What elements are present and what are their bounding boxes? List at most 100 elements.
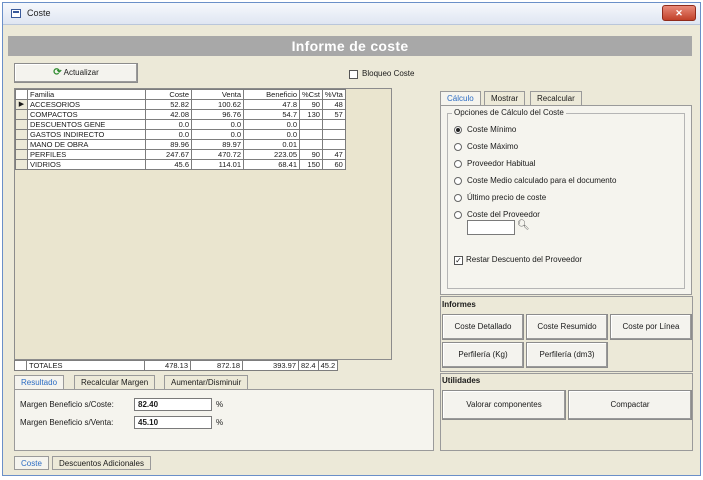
margin-cost-label: Margen Beneficio s/Coste: [20, 400, 114, 409]
row-selector[interactable] [15, 139, 28, 150]
table-cell[interactable]: COMPACTOS [27, 109, 146, 120]
table-cell[interactable]: GASTOS INDIRECTO [27, 129, 146, 140]
table-cell[interactable]: 47 [321, 149, 346, 160]
table-cell[interactable]: 0.0 [243, 119, 300, 130]
table-cell[interactable]: 57 [321, 109, 346, 120]
tab-recalcular-margen[interactable]: Recalcular Margen [74, 375, 156, 389]
table-row[interactable]: DESCUENTOS GENE 0.0 0.0 0.0 [15, 119, 346, 130]
table-cell[interactable]: 0.0 [191, 129, 244, 140]
table-cell[interactable]: 150 [299, 159, 323, 170]
table-row[interactable]: COMPACTOS 42.08 96.76 54.7 130 57 [15, 109, 346, 120]
table-cell[interactable]: 100.62 [191, 99, 244, 110]
table-cell[interactable]: 0.0 [191, 119, 244, 130]
row-selector[interactable] [15, 119, 28, 130]
table-cell[interactable]: ACCESORIOS [27, 99, 146, 110]
table-cell[interactable]: VIDRIOS [27, 159, 146, 170]
table-cell[interactable]: 60 [321, 159, 346, 170]
grid-header: Familia Coste Venta Beneficio %Cst %Vta [15, 89, 346, 100]
calc-option-label: Coste Máximo [467, 142, 519, 151]
refresh-button[interactable]: ⟳ Actualizar [14, 63, 138, 83]
table-cell[interactable]: 114.01 [191, 159, 244, 170]
column-header[interactable]: Coste [145, 89, 192, 100]
table-row[interactable]: ▶ ACCESORIOS 52.82 100.62 47.8 90 48 [15, 99, 346, 110]
table-cell[interactable]: MANO DE OBRA [27, 139, 146, 150]
tab-calculo[interactable]: Cálculo [440, 91, 481, 105]
calc-option-radio[interactable] [454, 177, 462, 185]
summary-cost-button[interactable]: Coste Resumido [526, 314, 608, 340]
table-cell[interactable]: 470.72 [191, 149, 244, 160]
lock-cost-checkbox[interactable] [349, 70, 358, 79]
tab-resultado[interactable]: Resultado [14, 375, 65, 389]
tab-recalcular[interactable]: Recalcular [530, 91, 582, 105]
table-cell[interactable] [299, 139, 323, 150]
margin-sale-field[interactable]: 45.10 [134, 416, 212, 429]
table-cell[interactable]: 52.82 [145, 99, 192, 110]
close-button[interactable]: ✕ [662, 5, 696, 21]
table-cell[interactable]: PERFILES [27, 149, 146, 160]
row-selector[interactable] [15, 149, 28, 160]
table-cell[interactable]: DESCUENTOS GENE [27, 119, 146, 130]
table-row[interactable]: PERFILES 247.67 470.72 223.05 90 47 [15, 149, 346, 160]
profile-dm3-button[interactable]: Perfilería (dm3) [526, 342, 608, 368]
search-icon[interactable]: 🔍︎ [517, 220, 530, 231]
table-cell[interactable]: 68.41 [243, 159, 300, 170]
table-cell[interactable]: 45.6 [145, 159, 192, 170]
table-cell[interactable]: 47.8 [243, 99, 300, 110]
calc-option-radio[interactable] [454, 160, 462, 168]
margin-sale-label: Margen Beneficio s/Venta: [20, 418, 114, 427]
supplier-input[interactable] [467, 220, 515, 235]
calc-option-radio[interactable] [454, 143, 462, 151]
table-cell[interactable]: 42.08 [145, 109, 192, 120]
discount-label: Restar Descuento del Proveedor [466, 255, 583, 264]
tab-mostrar[interactable]: Mostrar [484, 91, 526, 105]
table-cell[interactable]: 90 [299, 99, 323, 110]
row-selector[interactable]: ▶ [15, 99, 28, 110]
table-cell[interactable]: 48 [321, 99, 346, 110]
table-cell[interactable]: 89.97 [191, 139, 244, 150]
row-selector[interactable] [15, 109, 28, 120]
table-cell[interactable] [299, 129, 323, 140]
table-cell[interactable]: 247.67 [145, 149, 192, 160]
table-cell[interactable]: 96.76 [191, 109, 244, 120]
table-cell[interactable] [321, 129, 346, 140]
table-cell[interactable]: 223.05 [243, 149, 300, 160]
tab-aumentar-disminuir[interactable]: Aumentar/Disminuir [164, 375, 249, 389]
window-icon [11, 9, 21, 18]
table-row[interactable]: VIDRIOS 45.6 114.01 68.41 150 60 [15, 159, 346, 170]
table-cell[interactable]: 0.0 [145, 129, 192, 140]
table-cell[interactable] [299, 119, 323, 130]
column-header[interactable]: Beneficio [243, 89, 300, 100]
refresh-label: Actualizar [63, 68, 99, 77]
table-cell[interactable]: 54.7 [243, 109, 300, 120]
table-cell[interactable]: 89.96 [145, 139, 192, 150]
table-cell[interactable]: 130 [299, 109, 323, 120]
detailed-cost-button[interactable]: Coste Detallado [442, 314, 524, 340]
row-selector[interactable] [15, 129, 28, 140]
table-row[interactable]: MANO DE OBRA 89.96 89.97 0.01 [15, 139, 346, 150]
cost-grid[interactable]: Familia Coste Venta Beneficio %Cst %Vta … [14, 88, 392, 360]
table-cell[interactable] [321, 139, 346, 150]
table-cell[interactable]: 0.01 [243, 139, 300, 150]
column-header[interactable]: %Cst [299, 89, 323, 100]
column-header[interactable]: Venta [191, 89, 244, 100]
table-row[interactable]: GASTOS INDIRECTO 0.0 0.0 0.0 [15, 129, 346, 140]
tab-coste[interactable]: Coste [14, 456, 49, 470]
calc-option-radio[interactable] [454, 126, 462, 134]
table-cell[interactable]: 0.0 [243, 129, 300, 140]
profile-kg-button[interactable]: Perfilería (Kg) [442, 342, 524, 368]
margin-cost-field[interactable]: 82.40 [134, 398, 212, 411]
calc-options-title: Opciones de Cálculo del Coste [452, 108, 566, 117]
discount-checkbox[interactable]: ✓ [454, 256, 463, 265]
value-components-button[interactable]: Valorar componentes [442, 390, 566, 420]
compact-button[interactable]: Compactar [568, 390, 692, 420]
table-cell[interactable]: 0.0 [145, 119, 192, 130]
calc-option-radio[interactable] [454, 211, 462, 219]
row-selector[interactable] [15, 159, 28, 170]
column-header[interactable]: %Vta [321, 89, 346, 100]
table-cell[interactable] [321, 119, 346, 130]
line-cost-button[interactable]: Coste por Línea [610, 314, 692, 340]
column-header[interactable]: Familia [27, 89, 146, 100]
calc-option-radio[interactable] [454, 194, 462, 202]
tab-descuentos-adicionales[interactable]: Descuentos Adicionales [52, 456, 151, 470]
table-cell[interactable]: 90 [299, 149, 323, 160]
